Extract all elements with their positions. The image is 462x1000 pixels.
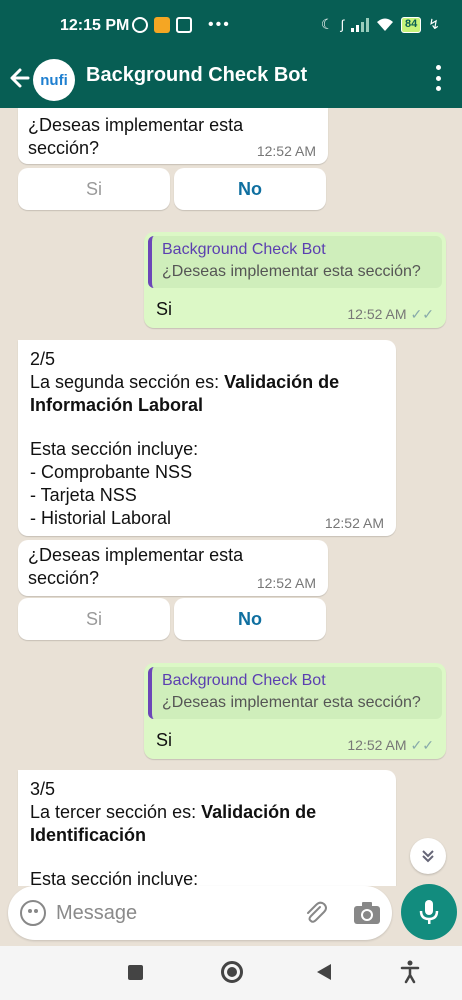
- arrow-left-icon[interactable]: [8, 64, 32, 92]
- back-triangle-icon[interactable]: [317, 964, 331, 980]
- message-text: Si: [156, 299, 173, 319]
- quick-reply-no-button[interactable]: No: [174, 168, 326, 210]
- message-body: 3/5 La tercer sección es: Validación de …: [30, 778, 370, 886]
- chat-header: nufi Background Check Bot: [0, 50, 462, 108]
- incoming-message: ¿Deseas implementar esta sección? 12:52 …: [18, 540, 328, 596]
- more-vertical-icon[interactable]: [436, 65, 444, 91]
- quoted-message[interactable]: Background Check Bot ¿Deseas implementar…: [148, 667, 442, 719]
- bluetooth-icon: ∫: [340, 17, 345, 32]
- incoming-message: ¿Deseas implementar esta sección? 12:52 …: [18, 108, 328, 164]
- image-notification-icon: [176, 17, 192, 33]
- message-time: 12:52 AM: [324, 515, 384, 531]
- message-time: 12:52 AM: [256, 575, 316, 591]
- quoted-message[interactable]: Background Check Bot ¿Deseas implementar…: [148, 236, 442, 288]
- section-counter: 3/5: [30, 779, 56, 799]
- quoted-text: ¿Deseas implementar esta sección?: [162, 694, 421, 711]
- quick-reply-si-button[interactable]: Si: [18, 168, 170, 210]
- microphone-button[interactable]: [401, 884, 457, 940]
- battery-indicator: 84: [401, 16, 422, 33]
- status-time: 12:15 PM: [60, 17, 130, 34]
- charging-icon: ↯: [428, 16, 440, 32]
- message-time: 12:52 AM ✓✓: [347, 737, 434, 754]
- chat-title[interactable]: Background Check Bot: [86, 64, 307, 87]
- read-receipt-icon: ✓✓: [410, 306, 434, 322]
- message-text: Si: [156, 730, 173, 750]
- system-navigation-bar: [0, 946, 462, 1000]
- home-icon[interactable]: [221, 961, 243, 983]
- incoming-message: 3/5 La tercer sección es: Validación de …: [18, 770, 396, 886]
- message-time: 12:52 AM ✓✓: [347, 306, 434, 323]
- quoted-text: ¿Deseas implementar esta sección?: [162, 263, 421, 280]
- quick-reply-si-button[interactable]: Si: [18, 598, 170, 640]
- chevrons-down-icon[interactable]: [410, 838, 446, 874]
- spotify-icon: [132, 17, 148, 33]
- system-icons: ☾ ∫ 84 ↯: [321, 16, 440, 33]
- accessibility-icon[interactable]: [400, 960, 420, 984]
- message-time-text: 12:52 AM: [347, 737, 407, 753]
- more-notifications-icon: •••: [208, 16, 231, 33]
- list-item: - Historial Laboral: [30, 508, 172, 528]
- outgoing-message: Background Check Bot ¿Deseas implementar…: [144, 663, 446, 759]
- section-description: La tercer sección es: Validación de Iden…: [30, 801, 370, 847]
- avatar[interactable]: nufi: [33, 59, 75, 101]
- section-counter: 2/5: [30, 349, 56, 369]
- section-intro: La segunda sección es:: [30, 372, 225, 392]
- section-intro: La tercer sección es:: [30, 802, 202, 822]
- moon-icon: ☾: [320, 16, 334, 32]
- list-item: - Tarjeta NSS: [30, 485, 137, 505]
- app-notification-icon: [154, 17, 170, 33]
- status-bar: 12:15 PM ••• ☾ ∫ 84 ↯: [0, 0, 462, 50]
- microphone-icon: [419, 900, 439, 924]
- list-item: - Comprobante NSS: [30, 462, 193, 482]
- section-includes: Esta sección incluye:: [30, 869, 199, 886]
- message-time: 12:52 AM: [256, 143, 316, 159]
- wifi-icon: [377, 18, 394, 31]
- quick-reply-no-button[interactable]: No: [174, 598, 326, 640]
- incoming-message: 2/5 La segunda sección es: Validación de…: [18, 340, 396, 536]
- emoji-icon[interactable]: [20, 900, 46, 926]
- signal-icon: [351, 17, 370, 32]
- section-includes: Esta sección incluye:: [30, 439, 199, 459]
- message-body: 2/5 La segunda sección es: Validación de…: [30, 348, 370, 530]
- message-time-text: 12:52 AM: [347, 306, 407, 322]
- recents-icon[interactable]: [128, 965, 143, 980]
- paperclip-icon[interactable]: [300, 898, 330, 928]
- quoted-sender: Background Check Bot: [162, 241, 326, 258]
- avatar-logo: nufi: [40, 71, 68, 89]
- message-text: ¿Deseas implementar esta sección?: [28, 115, 244, 158]
- section-description: La segunda sección es: Validación de Inf…: [30, 371, 370, 417]
- notification-icons: •••: [132, 16, 231, 34]
- message-list[interactable]: ¿Deseas implementar esta sección? 12:52 …: [0, 108, 462, 886]
- message-text: ¿Deseas implementar esta sección?: [28, 545, 244, 588]
- quoted-sender: Background Check Bot: [162, 672, 326, 689]
- message-input[interactable]: [56, 898, 286, 928]
- camera-icon[interactable]: [352, 899, 382, 927]
- read-receipt-icon: ✓✓: [410, 737, 434, 753]
- message-composer: [8, 886, 392, 940]
- outgoing-message: Background Check Bot ¿Deseas implementar…: [144, 232, 446, 328]
